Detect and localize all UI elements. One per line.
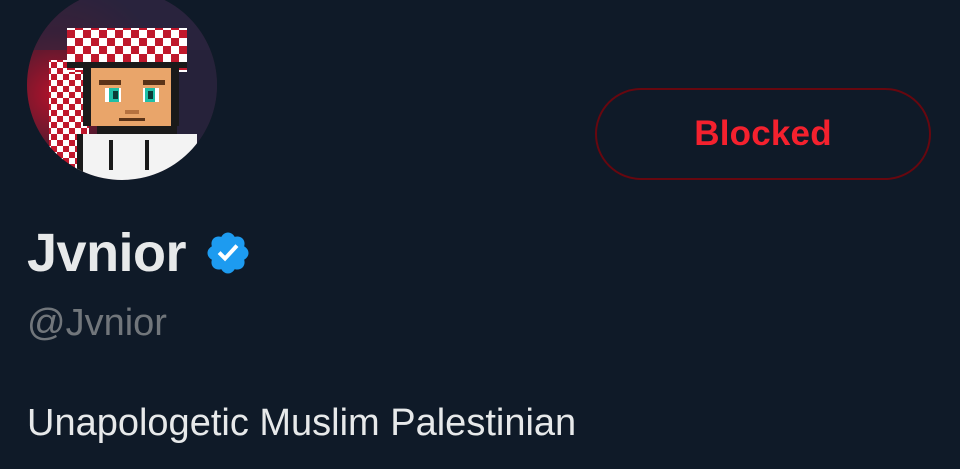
avatar-image (27, 0, 217, 180)
profile-name-row: Jvnior (27, 218, 252, 288)
profile-avatar[interactable] (27, 0, 217, 180)
display-name: Jvnior (27, 223, 187, 283)
profile-bio: Unapologetic Muslim Palestinian (27, 402, 577, 444)
verified-badge-icon[interactable] (204, 229, 252, 277)
blocked-button[interactable]: Blocked (595, 88, 931, 180)
profile-handle: @Jvnior (27, 302, 167, 344)
